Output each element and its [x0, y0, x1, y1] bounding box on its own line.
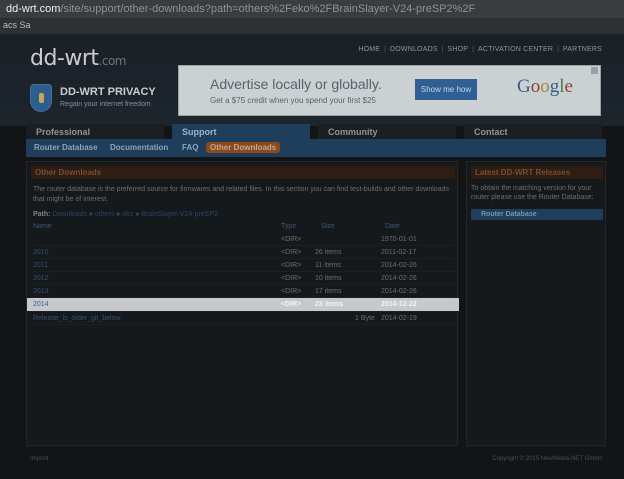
table-row[interactable]: 2011 <DIR> 11 items 2014-02-26	[31, 259, 455, 272]
bookmarks-bar: acs Sa	[0, 19, 624, 34]
nav-downloads-link[interactable]: DOWNLOADS	[390, 46, 438, 53]
ad-close-icon[interactable]	[591, 67, 598, 74]
table-row[interactable]: 2013 <DIR> 17 items 2014-02-26	[31, 285, 455, 298]
column-size-sort[interactable]: Size	[321, 223, 335, 230]
top-navigation: HOME | DOWNLOADS | SHOP | ACTIVATION CENTER | PA…	[358, 46, 602, 53]
sidebar-text: To obtain the matching version for your …	[471, 185, 594, 201]
panel-title: Other Downloads	[35, 168, 102, 177]
table-row-selected[interactable]: 2014 <DIR> 23 items 2014-12-22	[27, 298, 459, 312]
table-header: Name Type Size Date	[31, 223, 455, 233]
browser-address-bar[interactable]: dd-wrt.com/site/support/other-downloads?…	[0, 0, 624, 19]
table-row[interactable]: 2010 <DIR> 26 items 2011-02-17	[31, 246, 455, 259]
advertisement[interactable]: Advertise locally or globally. Get a $75…	[178, 65, 601, 116]
subnav-other-downloads[interactable]: Other Downloads	[206, 142, 281, 153]
tab-support[interactable]: Support	[172, 124, 310, 140]
downloads-panel: Other Downloads The router database is t…	[26, 161, 459, 446]
privacy-title: DD-WRT PRIVACY	[60, 86, 156, 98]
main-tabs: Professional Support Community Contact	[26, 124, 606, 140]
sidebar-panel: Latest DD-WRT Releases To obtain the mat…	[466, 161, 606, 446]
table-row[interactable]: Release_is_older_git_below 1 Byte 2014-02-…	[31, 312, 455, 325]
subnav-documentation[interactable]: Documentation	[110, 143, 168, 152]
privacy-banner[interactable]: DD-WRT PRIVACY Regain your internet free…	[28, 82, 168, 116]
table-row[interactable]: .. <DIR> 1970-01-01	[31, 233, 455, 246]
ad-subtext: Get a $75 credit when you spend your fir…	[210, 96, 376, 105]
tab-community[interactable]: Community	[318, 124, 456, 140]
nav-shop-link[interactable]: SHOP	[448, 46, 469, 53]
page: dd-wrt.com HOME | DOWNLOADS | SHOP | ACTIVATIO…	[0, 34, 624, 479]
breadcrumb-current[interactable]: BrainSlayer-V24-preSP2	[141, 211, 218, 218]
column-type-sort[interactable]: Type	[281, 223, 296, 230]
subnav-faq[interactable]: FAQ	[182, 143, 198, 152]
sidebar-title: Latest DD-WRT Releases	[475, 168, 571, 177]
breadcrumb-eko[interactable]: eko	[122, 211, 133, 218]
site-logo[interactable]: dd-wrt.com	[30, 46, 127, 71]
file-table: .. <DIR> 1970-01-01 2010 <DIR> 26 items 2011-…	[27, 233, 459, 325]
subnav-router-database[interactable]: Router Database	[34, 143, 98, 152]
sidebar-router-database-link[interactable]: Router Database	[471, 209, 603, 220]
column-date-sort[interactable]: Date	[385, 223, 400, 230]
ad-brand-logo: Google	[517, 76, 573, 97]
table-row[interactable]: 2012 <DIR> 10 items 2014-02-26	[31, 272, 455, 285]
intro-text: The router database is the preferred sou…	[33, 186, 449, 203]
tab-professional[interactable]: Professional	[26, 124, 164, 140]
ad-headline: Advertise locally or globally.	[210, 76, 382, 92]
breadcrumb: Path: Downloads » others » eko » BrainSl…	[33, 211, 218, 218]
site-header: dd-wrt.com HOME | DOWNLOADS | SHOP | ACTIVATIO…	[0, 34, 624, 126]
column-name-sort[interactable]: Name	[33, 223, 52, 230]
nav-home-link[interactable]: HOME	[358, 46, 380, 53]
panel-header: Other Downloads	[31, 166, 455, 179]
sidebar-header: Latest DD-WRT Releases	[471, 166, 603, 179]
breadcrumb-downloads[interactable]: Downloads	[52, 211, 87, 218]
ad-show-me-how-button[interactable]: Show me how	[415, 79, 477, 100]
breadcrumb-others[interactable]: others	[95, 211, 114, 218]
bookmark-item[interactable]: acs Sa	[3, 20, 31, 30]
shield-icon	[30, 84, 52, 112]
url-text[interactable]: dd-wrt.com/site/support/other-downloads?…	[6, 3, 475, 15]
support-subnav: Router Database Documentation FAQ Other …	[26, 139, 606, 157]
nav-partners-link[interactable]: PARTNERS	[563, 46, 602, 53]
copyright-text: Copyright © 2015 NewMedia-NET GmbH	[492, 456, 602, 462]
imprint-link[interactable]: Imprint	[30, 456, 48, 462]
nav-activation-center-link[interactable]: ACTIVATION CENTER	[478, 46, 553, 53]
privacy-subtitle: Regain your internet freedom	[60, 101, 151, 108]
site-footer: Imprint Copyright © 2015 NewMedia-NET Gm…	[26, 454, 606, 466]
tab-contact[interactable]: Contact	[464, 124, 602, 140]
